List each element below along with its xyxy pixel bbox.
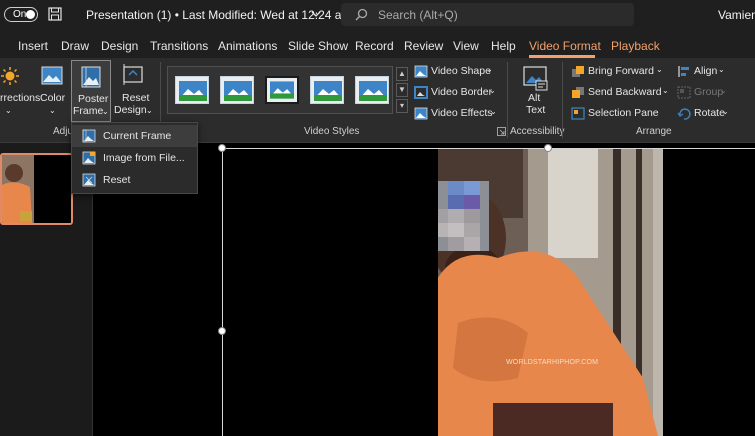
save-icon[interactable] [48, 7, 62, 21]
chevron-down-icon[interactable]: ⌄ [489, 86, 496, 95]
video-shape-icon[interactable] [414, 65, 428, 78]
alt-text-icon[interactable] [522, 65, 548, 91]
reset-design-icon[interactable] [121, 63, 145, 87]
tab-animations[interactable]: Animations [218, 39, 277, 53]
title-bar: On Presentation (1) • Last Modified: Wed… [0, 0, 755, 30]
video-watermark: WORLDSTARHIPHOP.COM [506, 359, 599, 366]
user-name[interactable]: Vamien I [718, 8, 755, 22]
tab-insert[interactable]: Insert [18, 39, 48, 53]
arrange-group-label: Arrange [636, 126, 672, 137]
tab-slide-show[interactable]: Slide Show [288, 39, 348, 53]
menu-item-label: Current Frame [103, 130, 172, 142]
video-style-thumbnail[interactable] [220, 76, 254, 104]
current-frame-icon [82, 129, 96, 143]
group-icon [677, 86, 691, 99]
tab-review[interactable]: Review [404, 39, 443, 53]
bring-forward-button[interactable]: Bring Forward [588, 65, 654, 77]
poster-frame-label-2: Frame [73, 105, 104, 117]
reset-icon [82, 173, 96, 187]
poster-frame-icon [81, 66, 101, 88]
rotate-button[interactable]: Rotate [694, 107, 725, 119]
search-box[interactable]: Search (Alt+Q) [341, 3, 634, 26]
video-border-icon[interactable] [414, 86, 428, 99]
adjust-group-label: Adju [53, 126, 74, 137]
bring-forward-icon[interactable] [571, 65, 585, 78]
chevron-down-icon: ⌄ [720, 86, 727, 95]
chevron-down-icon: ⌄ [102, 107, 109, 116]
tab-help[interactable]: Help [491, 39, 516, 53]
gallery-expand[interactable]: ▾ [396, 99, 408, 113]
selection-border-top [222, 148, 755, 149]
video-style-thumbnail[interactable] [355, 76, 389, 104]
chevron-down-icon[interactable]: ⌄ [49, 104, 56, 117]
send-backward-button[interactable]: Send Backward [588, 86, 662, 98]
chevron-down-icon[interactable]: ⌄ [722, 107, 729, 116]
chevron-down-icon[interactable]: ⌄ [490, 107, 497, 116]
chevron-down-icon[interactable]: ⌄ [656, 65, 663, 74]
search-icon [355, 8, 368, 21]
video-border-button[interactable]: Video Border [431, 86, 492, 98]
slide-thumbnail[interactable] [0, 153, 73, 225]
video-styles-group-label: Video Styles [304, 126, 360, 137]
menu-item-image-from-file[interactable]: Image from File... [72, 147, 197, 169]
menu-item-label: Reset [103, 174, 131, 186]
group-button: Group [694, 86, 724, 98]
selection-pane-icon[interactable] [571, 107, 585, 120]
tab-playback[interactable]: Playback [611, 39, 660, 53]
gallery-scroll-up[interactable]: ▲ [396, 67, 408, 81]
selection-border-left [222, 148, 223, 436]
video-style-thumbnail[interactable] [265, 76, 299, 104]
menu-item-current-frame[interactable]: Current Frame [72, 125, 197, 147]
group-divider [507, 62, 508, 138]
chevron-down-icon[interactable]: ⌄ [146, 104, 153, 117]
align-button[interactable]: Align [694, 65, 717, 77]
autosave-toggle[interactable]: On [4, 7, 38, 22]
group-divider [562, 62, 563, 138]
video-style-thumbnail[interactable] [310, 76, 344, 104]
align-icon[interactable] [677, 65, 691, 78]
tab-draw[interactable]: Draw [61, 39, 89, 53]
dialog-launcher-icon[interactable] [497, 127, 506, 136]
video-effects-icon[interactable] [414, 107, 428, 120]
selection-pane-button[interactable]: Selection Pane [588, 107, 659, 119]
chevron-down-icon[interactable]: ⌄ [718, 65, 725, 74]
tab-record[interactable]: Record [355, 39, 394, 53]
resize-handle[interactable] [218, 327, 226, 335]
menu-item-reset[interactable]: Reset [72, 169, 197, 191]
gallery-scroll-down[interactable]: ▼ [396, 83, 408, 97]
menu-item-label: Image from File... [103, 152, 185, 164]
image-file-icon [82, 151, 96, 165]
resize-handle[interactable] [544, 144, 552, 152]
poster-frame-button[interactable]: Poster Frame ⌄ [71, 60, 111, 122]
send-backward-icon[interactable] [571, 86, 585, 99]
toggle-knob [26, 10, 35, 19]
chevron-down-icon[interactable]: ⌄ [662, 86, 669, 95]
tab-view[interactable]: View [453, 39, 479, 53]
reset-design-label-2[interactable]: Design [114, 104, 147, 117]
video-effects-button[interactable]: Video Effects [431, 107, 493, 119]
tab-transitions[interactable]: Transitions [150, 39, 208, 53]
color-icon[interactable] [41, 65, 63, 87]
corrections-icon[interactable] [0, 66, 20, 86]
ribbon-tabs: Insert Draw Design Transitions Animation… [0, 30, 755, 58]
chevron-down-icon[interactable] [311, 9, 321, 19]
autosave-toggle-label: On [13, 9, 27, 20]
video-style-thumbnail[interactable] [175, 76, 209, 104]
poster-frame-menu: Current Frame Image from File... Reset [71, 122, 198, 194]
chevron-down-icon[interactable]: ⌄ [5, 104, 12, 117]
video-shape-button[interactable]: Video Shape [431, 65, 491, 77]
rotate-icon[interactable] [677, 107, 691, 120]
chevron-down-icon[interactable]: ⌄ [486, 65, 493, 74]
alt-text-label-2[interactable]: Text [526, 104, 545, 117]
tab-design[interactable]: Design [101, 39, 138, 53]
tab-video-format[interactable]: Video Format [529, 39, 601, 53]
resize-handle[interactable] [218, 144, 226, 152]
search-placeholder: Search (Alt+Q) [378, 8, 458, 22]
video-object[interactable]: WORLDSTARHIPHOP.COM [438, 148, 663, 436]
accessibility-group-label: Accessibility [510, 126, 565, 137]
